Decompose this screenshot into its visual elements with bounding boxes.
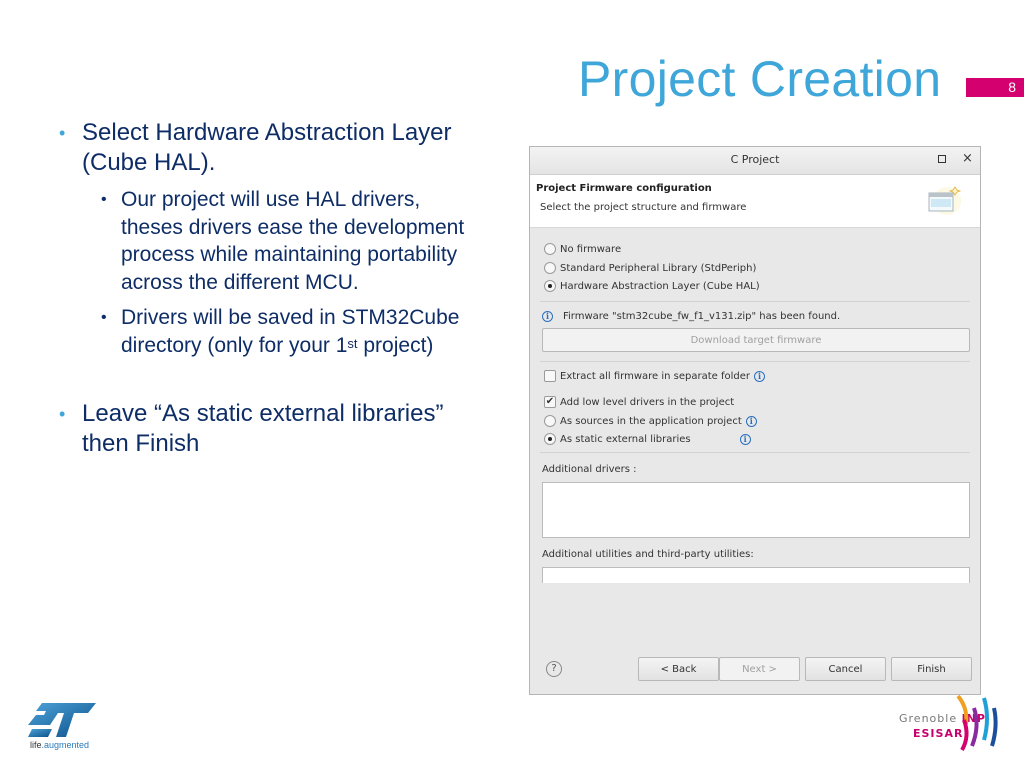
bullet-dot-icon: •: [101, 191, 107, 208]
download-firmware-button[interactable]: Download target firmware: [542, 328, 970, 352]
header-subtitle: Select the project structure and firmwar…: [540, 202, 747, 213]
radio-as-sources[interactable]: As sources in the application project i: [544, 415, 757, 427]
bullet-list: • Select Hardware Abstraction Layer (Cube…: [57, 118, 477, 459]
separator: [540, 452, 970, 453]
checkbox-checked[interactable]: ✔: [544, 396, 556, 408]
info-icon[interactable]: i: [739, 433, 751, 445]
radio-button[interactable]: [544, 243, 556, 255]
separator: [540, 301, 970, 302]
bullet-dot-icon: •: [101, 309, 107, 326]
dialog-titlebar: C Project ×: [530, 147, 980, 175]
page-number-badge: 8: [966, 78, 1024, 97]
back-button[interactable]: < Back: [638, 657, 719, 681]
info-icon[interactable]: i: [754, 370, 766, 382]
bullet-dot-icon: •: [59, 404, 66, 424]
close-icon[interactable]: ×: [962, 151, 973, 166]
bullet-sub-1: • Our project will use HAL drivers, these…: [101, 188, 465, 294]
radio-static-libraries[interactable]: As static external libraries i: [544, 433, 751, 445]
help-icon[interactable]: ?: [546, 661, 562, 677]
firmware-found-message: i Firmware "stm32cube_fw_f1_v131.zip" has…: [542, 311, 840, 322]
next-button[interactable]: Next >: [719, 657, 800, 681]
additional-utilities-input[interactable]: [542, 567, 970, 583]
st-tagline: life.augmented: [30, 740, 90, 750]
bullet-sub-2: • Drivers will be saved in STM32Cube dire…: [101, 306, 460, 357]
radio-stdperiph[interactable]: Standard Peripheral Library (StdPeriph): [544, 262, 756, 274]
maximize-icon[interactable]: [938, 155, 946, 163]
additional-drivers-label: Additional drivers :: [542, 464, 637, 475]
checkbox[interactable]: [544, 370, 556, 382]
cancel-button[interactable]: Cancel: [805, 657, 886, 681]
radio-button-selected[interactable]: [544, 433, 556, 445]
add-drivers-checkbox[interactable]: ✔ Add low level drivers in the project: [544, 396, 734, 408]
separator: [540, 361, 970, 362]
additional-utilities-label: Additional utilities and third-party uti…: [542, 549, 754, 560]
header-title: Project Firmware configuration: [536, 183, 712, 194]
st-logo-icon: [28, 703, 96, 737]
bullet-main-2: • Leave “As static external libraries” th…: [59, 400, 444, 457]
bullet-main-1: • Select Hardware Abstraction Layer (Cube…: [59, 119, 452, 176]
dialog-header: Project Firmware configuration Select th…: [530, 175, 980, 228]
radio-button[interactable]: [544, 262, 556, 274]
radio-button[interactable]: [544, 415, 556, 427]
radio-cube-hal[interactable]: Hardware Abstraction Layer (Cube HAL): [544, 280, 760, 292]
extract-firmware-checkbox[interactable]: Extract all firmware in separate folder i: [544, 370, 766, 382]
info-icon: i: [542, 311, 553, 322]
wizard-banner-icon: [928, 186, 961, 215]
slide-title: Project Creation: [578, 51, 942, 107]
info-icon[interactable]: i: [745, 415, 757, 427]
radio-no-firmware[interactable]: No firmware: [544, 243, 621, 255]
radio-button-selected[interactable]: [544, 280, 556, 292]
c-project-dialog: C Project × Project Firmware configurati…: [529, 146, 981, 695]
additional-drivers-input[interactable]: [542, 482, 970, 538]
finish-button[interactable]: Finish: [891, 657, 972, 681]
inp-arcs-icon: [956, 694, 998, 751]
dialog-title: C Project: [730, 153, 780, 166]
bullet-dot-icon: •: [59, 123, 66, 143]
